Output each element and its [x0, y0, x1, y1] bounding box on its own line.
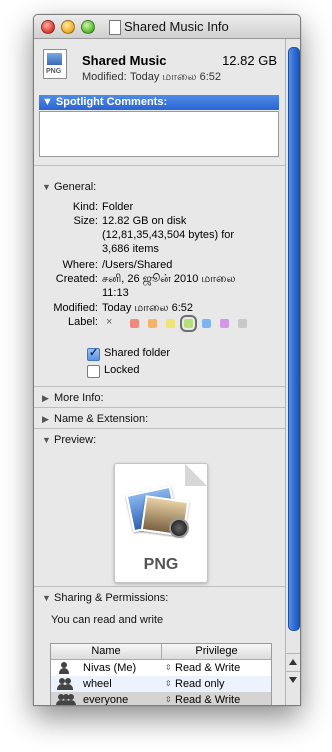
label-blue-swatch[interactable] [202, 319, 211, 328]
preview-lens-icon [169, 518, 189, 538]
locked-checkbox[interactable] [87, 365, 100, 378]
header-modified-label: Modified: [82, 71, 127, 83]
kind-label: Kind: [72, 201, 98, 213]
disclosure-open-icon: ▼ [42, 593, 51, 603]
disclosure-open-icon: ▼ [42, 182, 51, 192]
where-label: Where: [62, 259, 98, 271]
arrow-down-icon [289, 677, 297, 683]
label-red-swatch[interactable] [130, 319, 139, 328]
column-header-privilege[interactable]: Privilege [162, 644, 271, 659]
user-icon [58, 662, 70, 674]
permissions-table-header: Name Privilege [51, 644, 271, 660]
file-name: Shared Music [82, 53, 167, 68]
locked-label: Locked [104, 364, 140, 376]
everyone-icon [56, 694, 76, 705]
info-content: PNG Shared Music 12.82 GB Modified: Toda… [34, 39, 285, 705]
created-value-line2: 11:13 [102, 287, 129, 299]
size-value-line3: 3,686 items [102, 243, 159, 255]
disclosure-open-icon: ▼ [42, 96, 53, 108]
row-privilege[interactable]: Read & Write [175, 692, 240, 705]
row-name: wheel [83, 678, 112, 690]
general-label: General: [54, 181, 97, 193]
png-preview-icon: PNG [114, 463, 208, 583]
row-name: Nivas (Me) [83, 662, 137, 674]
file-header: PNG Shared Music 12.82 GB Modified: Toda… [34, 39, 285, 87]
created-label: Created: [55, 273, 98, 285]
info-window: Shared Music Info PNG Shared Music 12.82… [33, 14, 301, 706]
label-yellow-swatch[interactable] [166, 319, 175, 328]
file-size: 12.82 GB [222, 53, 277, 68]
disclosure-closed-icon: ▶ [42, 414, 49, 424]
kind-value: Folder [102, 201, 134, 213]
preview-extension-text: PNG [143, 556, 179, 573]
scroll-up-button[interactable] [286, 653, 300, 671]
size-label: Size: [73, 215, 98, 227]
label-orange-swatch[interactable] [148, 319, 157, 328]
size-value-line1: 12.82 GB on disk [102, 215, 187, 227]
created-value-line1: சனி, 26 ஜூன் 2010 மாலை [102, 273, 236, 285]
shared-folder-checkbox[interactable] [87, 346, 100, 361]
divider [34, 386, 285, 387]
access-text: You can read and write [51, 614, 164, 626]
scroll-down-button[interactable] [286, 671, 300, 689]
file-icon-label: PNG [46, 68, 62, 75]
divider [34, 407, 285, 408]
disclosure-closed-icon: ▶ [42, 393, 49, 403]
divider [34, 428, 285, 429]
preview-section-header[interactable]: ▼ Preview: [42, 434, 96, 446]
spotlight-comments-header[interactable]: ▼ Spotlight Comments: [39, 95, 279, 110]
divider [34, 165, 285, 166]
row-privilege[interactable]: Read only [175, 676, 225, 692]
name-extension-section-header[interactable]: ▶ Name & Extension: [42, 413, 148, 425]
close-button[interactable] [41, 20, 55, 34]
more-info-section-header[interactable]: ▶ More Info: [42, 392, 104, 404]
label-gray-swatch[interactable] [238, 319, 247, 328]
more-info-label: More Info: [54, 392, 104, 404]
general-section-header[interactable]: ▼ General: [42, 181, 96, 193]
modified-label: Modified: [53, 302, 98, 314]
minimize-button[interactable] [61, 20, 75, 34]
zoom-button[interactable] [81, 20, 95, 34]
label-label: Label: [68, 316, 98, 328]
permissions-table: Name Privilege Nivas (Me) ⇳ Read & Write… [50, 643, 272, 705]
window-title: Shared Music Info [124, 19, 229, 34]
updown-arrows-icon[interactable]: ⇳ [165, 660, 172, 676]
column-header-name[interactable]: Name [51, 644, 162, 659]
row-privilege[interactable]: Read & Write [175, 660, 240, 676]
table-row[interactable]: everyone ⇳ Read & Write [51, 692, 271, 705]
spotlight-comments-field[interactable] [39, 111, 279, 157]
preview-label: Preview: [54, 434, 97, 446]
table-row[interactable]: Nivas (Me) ⇳ Read & Write [51, 660, 271, 676]
scrollbar-thumb[interactable] [288, 47, 300, 631]
updown-arrows-icon[interactable]: ⇳ [165, 692, 172, 705]
updown-arrows-icon[interactable]: ⇳ [165, 676, 172, 692]
where-value: /Users/Shared [102, 259, 173, 271]
label-green-swatch[interactable] [180, 315, 197, 332]
sharing-label: Sharing & Permissions: [54, 592, 169, 604]
title-bar[interactable]: Shared Music Info [34, 15, 300, 39]
png-file-icon: PNG [43, 49, 67, 79]
divider [34, 586, 285, 587]
header-modified-value: Today மாலை 6:52 [130, 71, 222, 83]
arrow-up-icon [289, 659, 297, 665]
name-extension-label: Name & Extension: [54, 413, 149, 425]
size-value-line2: (12,81,35,43,504 bytes) for [102, 229, 235, 241]
spotlight-comments-label: Spotlight Comments: [55, 96, 168, 108]
disclosure-open-icon: ▼ [42, 435, 51, 445]
document-icon [109, 20, 121, 35]
shared-folder-label: Shared folder [104, 347, 171, 359]
table-row[interactable]: wheel ⇳ Read only [51, 676, 271, 692]
no-label-icon[interactable]: × [106, 316, 112, 328]
label-purple-swatch[interactable] [220, 319, 229, 328]
sharing-section-header[interactable]: ▼ Sharing & Permissions: [42, 592, 168, 604]
vertical-scrollbar[interactable] [285, 39, 300, 705]
group-icon [57, 678, 73, 690]
row-name: everyone [83, 694, 129, 705]
modified-value: Today மாலை 6:52 [102, 302, 194, 314]
